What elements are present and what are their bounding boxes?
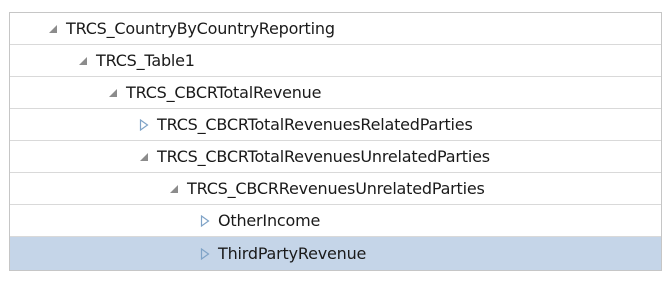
- tree-row-table1[interactable]: TRCS_Table1: [10, 45, 661, 77]
- member-tree: TRCS_CountryByCountryReporting TRCS_Tabl…: [9, 12, 662, 271]
- tree-row-cbcr-revenues-unrelated-parties[interactable]: TRCS_CBCRRevenuesUnrelatedParties: [10, 173, 661, 205]
- tree-row-cbcr-total-revenues-related-parties[interactable]: TRCS_CBCRTotalRevenuesRelatedParties: [10, 109, 661, 141]
- tree-node-label: TRCS_CBCRTotalRevenuesUnrelatedParties: [157, 147, 490, 166]
- collapsed-arrow-icon[interactable]: [198, 247, 212, 261]
- tree-node-label: TRCS_CBCRRevenuesUnrelatedParties: [187, 179, 485, 198]
- tree-node-label: ThirdPartyRevenue: [218, 244, 367, 263]
- tree-row-cbcr-total-revenues-unrelated-parties[interactable]: TRCS_CBCRTotalRevenuesUnrelatedParties: [10, 141, 661, 173]
- expanded-triangle-icon[interactable]: [137, 150, 151, 164]
- tree-row-other-income[interactable]: OtherIncome: [10, 205, 661, 237]
- tree-node-label: TRCS_CountryByCountryReporting: [66, 19, 335, 38]
- collapsed-arrow-icon[interactable]: [198, 214, 212, 228]
- expanded-triangle-icon[interactable]: [167, 182, 181, 196]
- collapsed-arrow-icon[interactable]: [137, 118, 151, 132]
- tree-row-third-party-revenue[interactable]: ThirdPartyRevenue: [10, 237, 661, 270]
- tree-row-cbcr-total-revenue[interactable]: TRCS_CBCRTotalRevenue: [10, 77, 661, 109]
- expanded-triangle-icon[interactable]: [46, 22, 60, 36]
- tree-node-label: TRCS_CBCRTotalRevenue: [126, 83, 322, 102]
- tree-node-label: TRCS_CBCRTotalRevenuesRelatedParties: [157, 115, 473, 134]
- tree-node-label: OtherIncome: [218, 211, 321, 230]
- expanded-triangle-icon[interactable]: [106, 86, 120, 100]
- tree-row-country-by-country-reporting[interactable]: TRCS_CountryByCountryReporting: [10, 13, 661, 45]
- expanded-triangle-icon[interactable]: [76, 54, 90, 68]
- tree-node-label: TRCS_Table1: [96, 51, 195, 70]
